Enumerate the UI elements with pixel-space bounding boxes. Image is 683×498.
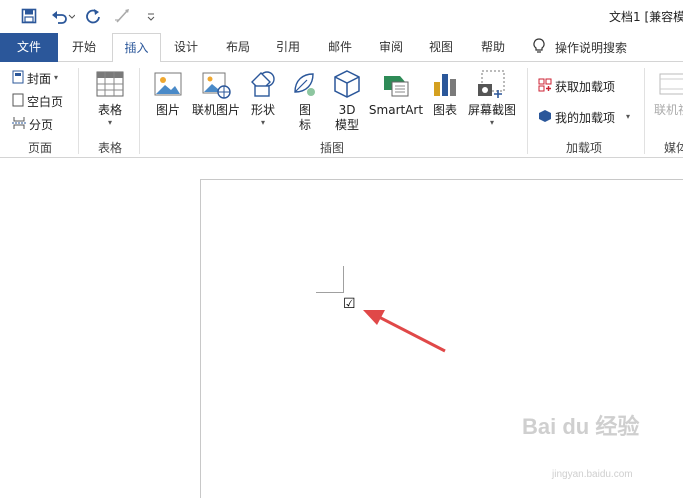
tell-me-label: 操作说明搜索 <box>555 41 628 55</box>
my-addins-label: 我的加载项 <box>555 110 616 125</box>
table-icon <box>96 71 124 97</box>
customize-icon[interactable] <box>145 7 157 25</box>
table-button[interactable]: 表格 ▾ <box>90 68 130 128</box>
tab-home[interactable]: 开始 <box>62 33 106 62</box>
save-icon[interactable] <box>20 7 38 25</box>
group-label-addins: 加载项 <box>565 141 602 155</box>
group-label-media: 媒体 <box>664 141 683 155</box>
redo-icon[interactable] <box>84 7 102 25</box>
online-picture-button[interactable]: 联机图片 <box>190 68 242 118</box>
group-divider <box>139 68 140 154</box>
page-break-label: 分页 <box>29 117 54 132</box>
video-icon <box>659 73 683 95</box>
cover-page-button[interactable]: 封面 ▾ <box>12 68 58 88</box>
tab-help[interactable]: 帮助 <box>471 33 515 62</box>
chevron-down-icon: ▾ <box>107 118 112 127</box>
margin-corner-mark <box>343 266 344 292</box>
picture-icon <box>154 72 182 96</box>
chevron-down-icon: ▾ <box>260 118 265 127</box>
ribbon-panel: 封面 ▾ 空白页 分页 页面 表格 ▾ 表格 图片 联机图片 形状 ▾ 图 标 … <box>0 62 683 158</box>
watermark-logo: Bai du 经验 <box>522 414 640 439</box>
tab-references[interactable]: 引用 <box>266 33 310 62</box>
tab-layout[interactable]: 布局 <box>216 33 260 62</box>
chart-button[interactable]: 图表 <box>427 68 463 118</box>
window-title: 文档1 [兼容模 <box>609 10 683 24</box>
shapes-button[interactable]: 形状 ▾ <box>245 68 281 128</box>
smartart-button[interactable]: SmartArt <box>368 68 424 118</box>
smartart-icon <box>384 76 409 97</box>
tab-file[interactable]: 文件 <box>0 33 58 62</box>
icons-icon <box>294 73 315 96</box>
my-addins-icon <box>538 109 552 126</box>
3d-model-label-line2: 模型 <box>334 118 359 132</box>
tab-insert[interactable]: 插入 <box>112 33 161 63</box>
3d-model-label-line1: 3D <box>338 103 356 117</box>
my-addins-button[interactable]: 我的加载项 ▾ <box>538 107 630 127</box>
tab-mailings[interactable]: 邮件 <box>318 33 362 62</box>
chevron-down-icon: ▾ <box>54 73 59 82</box>
group-divider <box>644 68 645 154</box>
icons-label-line1: 图 <box>298 103 311 117</box>
chart-label: 图表 <box>432 103 457 117</box>
screenshot-button[interactable]: 屏幕截图 ▾ <box>466 68 518 128</box>
cover-page-label: 封面 <box>27 71 52 86</box>
picture-button[interactable]: 图片 <box>150 68 186 118</box>
get-addins-button[interactable]: 获取加载项 <box>538 76 615 96</box>
smartart-label: SmartArt <box>368 103 424 117</box>
margin-corner-mark <box>316 292 344 293</box>
get-addins-label: 获取加载项 <box>555 79 616 94</box>
tab-review[interactable]: 审阅 <box>369 33 413 62</box>
cover-page-icon <box>12 70 24 87</box>
red-arrow-annotation <box>363 310 446 353</box>
group-label-tables: 表格 <box>97 141 122 155</box>
format-painter-icon[interactable] <box>113 7 133 25</box>
page-break-icon <box>12 116 26 133</box>
blank-page-label: 空白页 <box>27 94 64 109</box>
online-picture-icon <box>202 72 231 99</box>
checkbox-symbol[interactable]: ☑ <box>343 297 356 311</box>
online-picture-label: 联机图片 <box>191 103 240 117</box>
screenshot-label: 屏幕截图 <box>467 103 516 117</box>
document-canvas: ☑ Bai du 经验 jingyan.baidu.com <box>0 159 683 498</box>
title-bar: 文档1 [兼容模 <box>0 0 683 33</box>
tell-me-search[interactable]: 操作说明搜索 <box>533 33 627 62</box>
blank-page-icon <box>12 93 24 110</box>
group-label-pages: 页面 <box>27 141 52 155</box>
picture-label: 图片 <box>155 103 180 117</box>
group-label-illustrations: 插图 <box>319 141 344 155</box>
online-video-button[interactable]: 联机视 <box>652 68 683 118</box>
screenshot-icon <box>478 70 505 98</box>
blank-page-button[interactable]: 空白页 <box>12 91 63 111</box>
page-break-button[interactable]: 分页 <box>12 114 53 134</box>
chart-icon <box>434 74 456 96</box>
3d-model-button[interactable]: 3D 模型 <box>329 68 365 133</box>
cube-icon <box>334 70 360 98</box>
shapes-icon <box>251 71 275 97</box>
chevron-down-icon: ▾ <box>626 112 631 121</box>
group-divider <box>527 68 528 154</box>
store-icon <box>538 78 552 95</box>
lightbulb-icon <box>533 38 545 57</box>
online-video-label: 联机视 <box>653 103 683 117</box>
tab-view[interactable]: 视图 <box>419 33 463 62</box>
watermark-url: jingyan.baidu.com <box>552 469 633 480</box>
icons-label-line2: 标 <box>298 118 311 132</box>
table-label: 表格 <box>97 103 122 117</box>
shapes-label: 形状 <box>250 103 275 117</box>
chevron-down-icon: ▾ <box>489 118 494 127</box>
tab-design[interactable]: 设计 <box>164 33 208 62</box>
ribbon-tab-bar: 文件 开始 插入 设计 布局 引用 邮件 审阅 视图 帮助 操作说明搜索 <box>0 33 683 63</box>
group-divider <box>78 68 79 154</box>
undo-icon[interactable] <box>50 7 76 25</box>
icons-button[interactable]: 图 标 <box>287 68 323 133</box>
